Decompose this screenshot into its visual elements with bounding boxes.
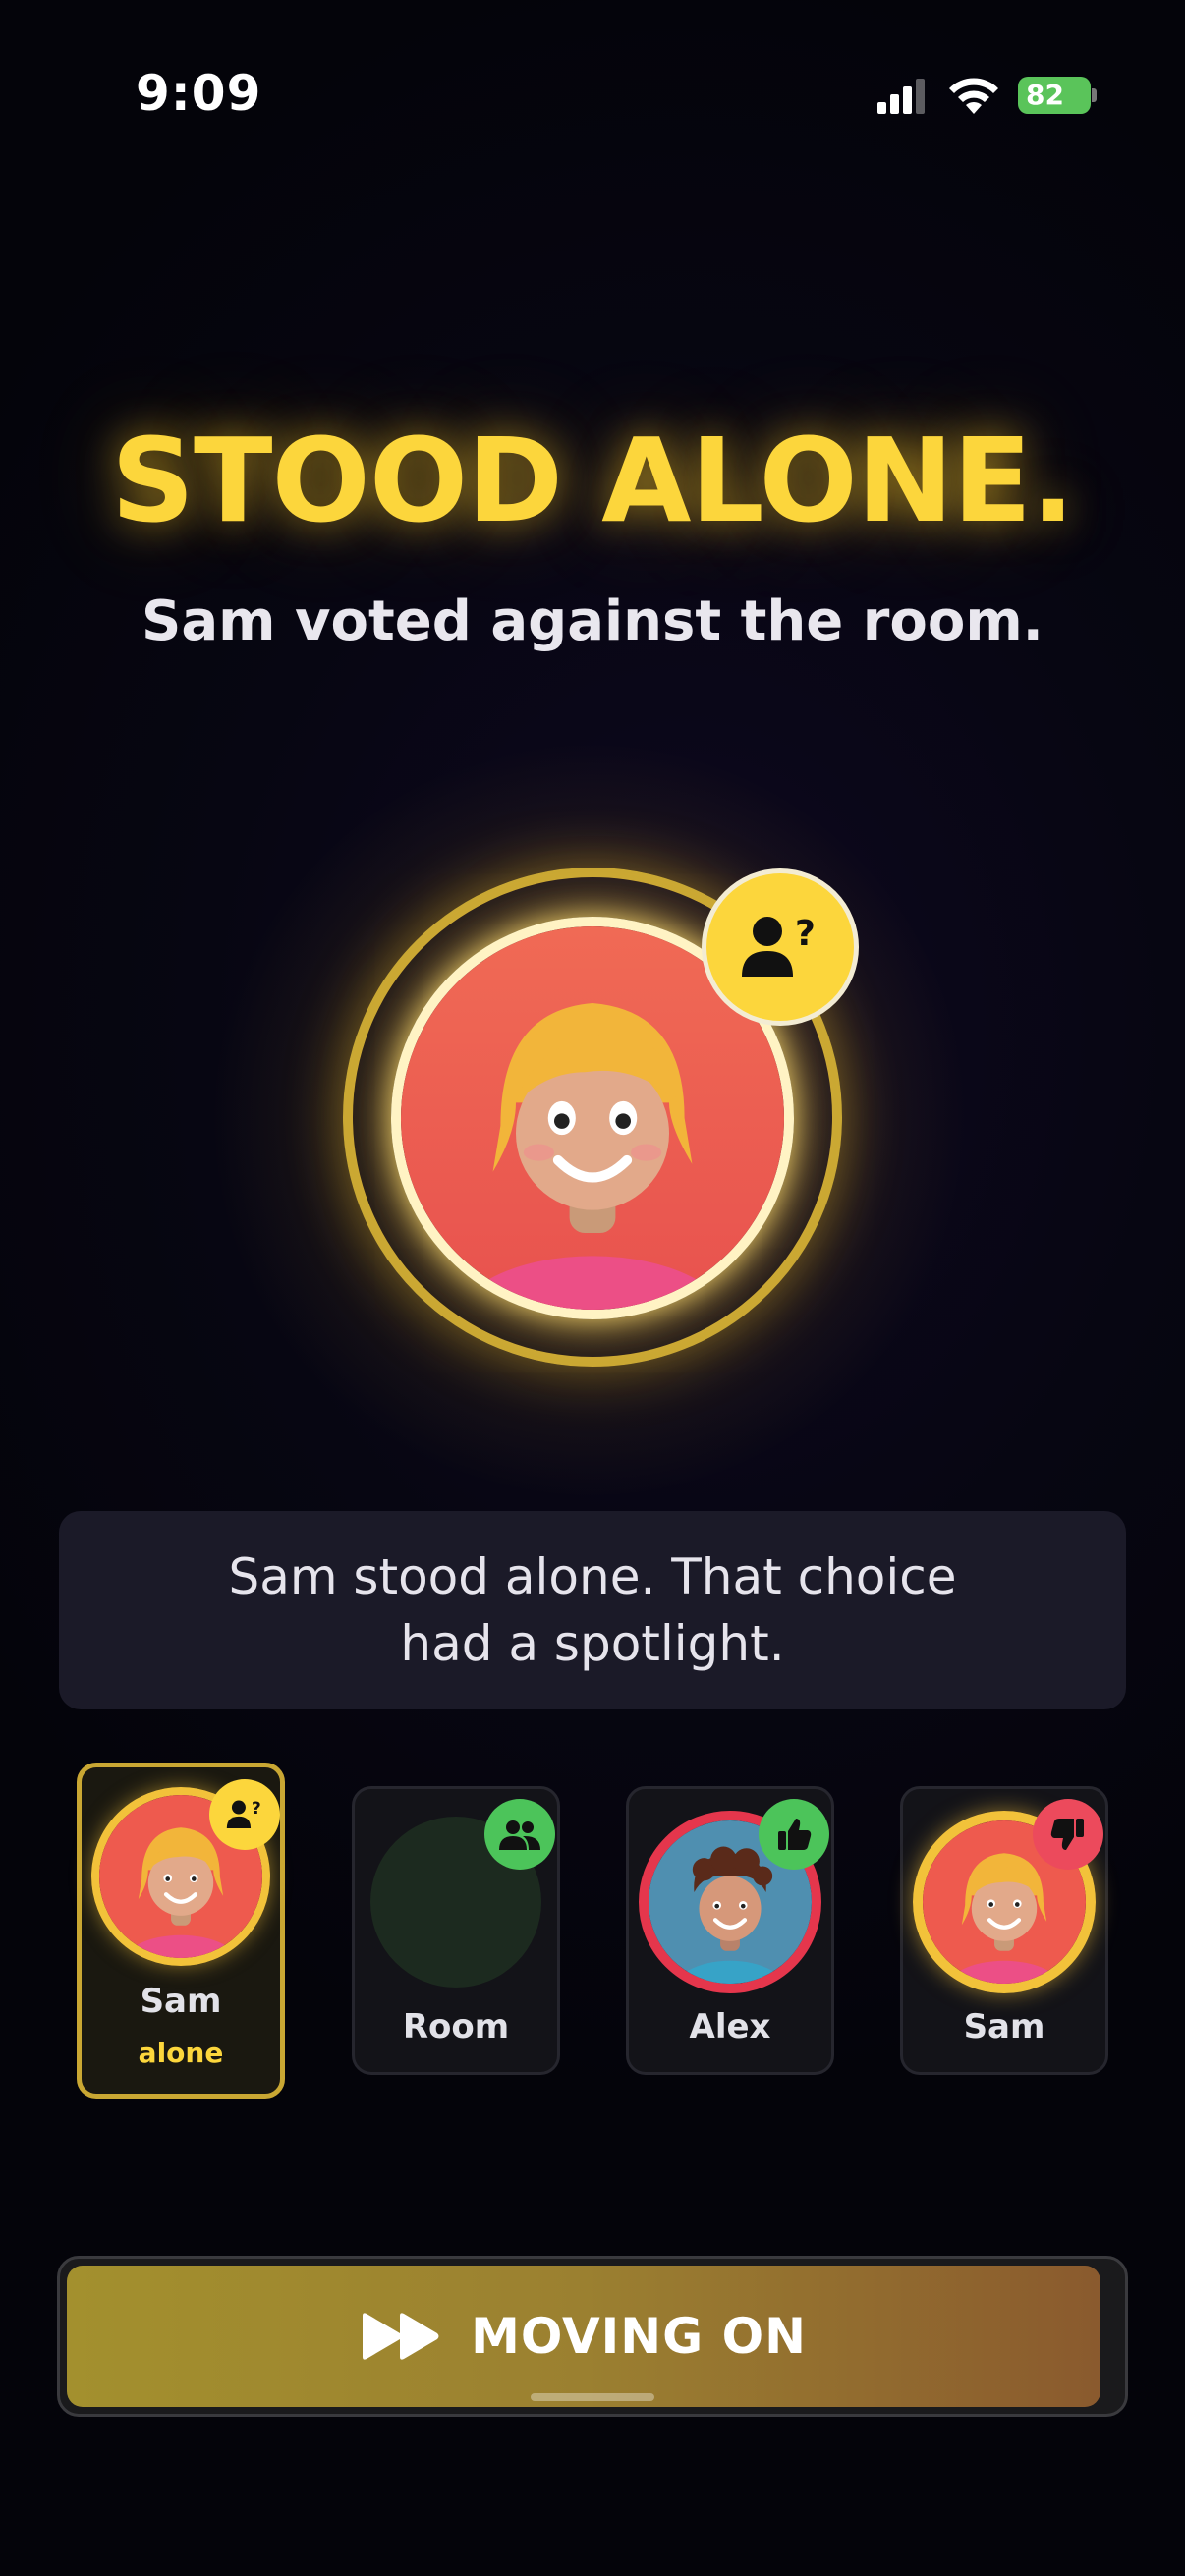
person-question-icon: ? — [209, 1779, 280, 1850]
battery-charging-icon: 82 — [1018, 77, 1091, 114]
moving-on-label: MOVING ON — [471, 2308, 807, 2365]
svg-text:?: ? — [252, 1798, 261, 1818]
vote-card-sam-alone[interactable]: ? Sam alone — [77, 1763, 285, 2099]
card-name: Alex — [689, 2007, 771, 2046]
card-name: Sam — [963, 2007, 1045, 2046]
battery-tip — [1092, 88, 1097, 102]
svg-text:?: ? — [795, 914, 816, 954]
group-icon — [484, 1799, 555, 1870]
status-bar: 9:09 82 — [0, 0, 1185, 196]
page-title: STOOD ALONE. — [111, 413, 1075, 548]
moving-on-button[interactable]: MOVING ON — [67, 2266, 1100, 2407]
vote-card-room[interactable]: Room — [352, 1786, 560, 2075]
home-indicator[interactable] — [531, 2393, 654, 2401]
result-message: Sam stood alone. That choice had a spotl… — [228, 1548, 957, 1672]
card-name: Sam — [140, 1982, 222, 2021]
cellular-signal-icon — [877, 79, 927, 114]
thumbs-up-icon — [759, 1799, 829, 1870]
person-question-icon: ? — [702, 868, 859, 1026]
vote-card-sam[interactable]: Sam — [900, 1786, 1108, 2075]
result-message-box: Sam stood alone. That choice had a spotl… — [59, 1511, 1126, 1709]
battery-level: 82 — [1026, 79, 1064, 111]
fast-forward-icon — [363, 2313, 439, 2360]
card-tag: alone — [138, 2037, 224, 2069]
card-name: Room — [402, 2007, 510, 2046]
vote-card-alex[interactable]: Alex — [626, 1786, 834, 2075]
wifi-icon — [949, 78, 998, 114]
page-subtitle: Sam voted against the room. — [141, 589, 1044, 653]
thumbs-down-icon — [1033, 1799, 1103, 1870]
status-time: 9:09 — [136, 65, 262, 122]
